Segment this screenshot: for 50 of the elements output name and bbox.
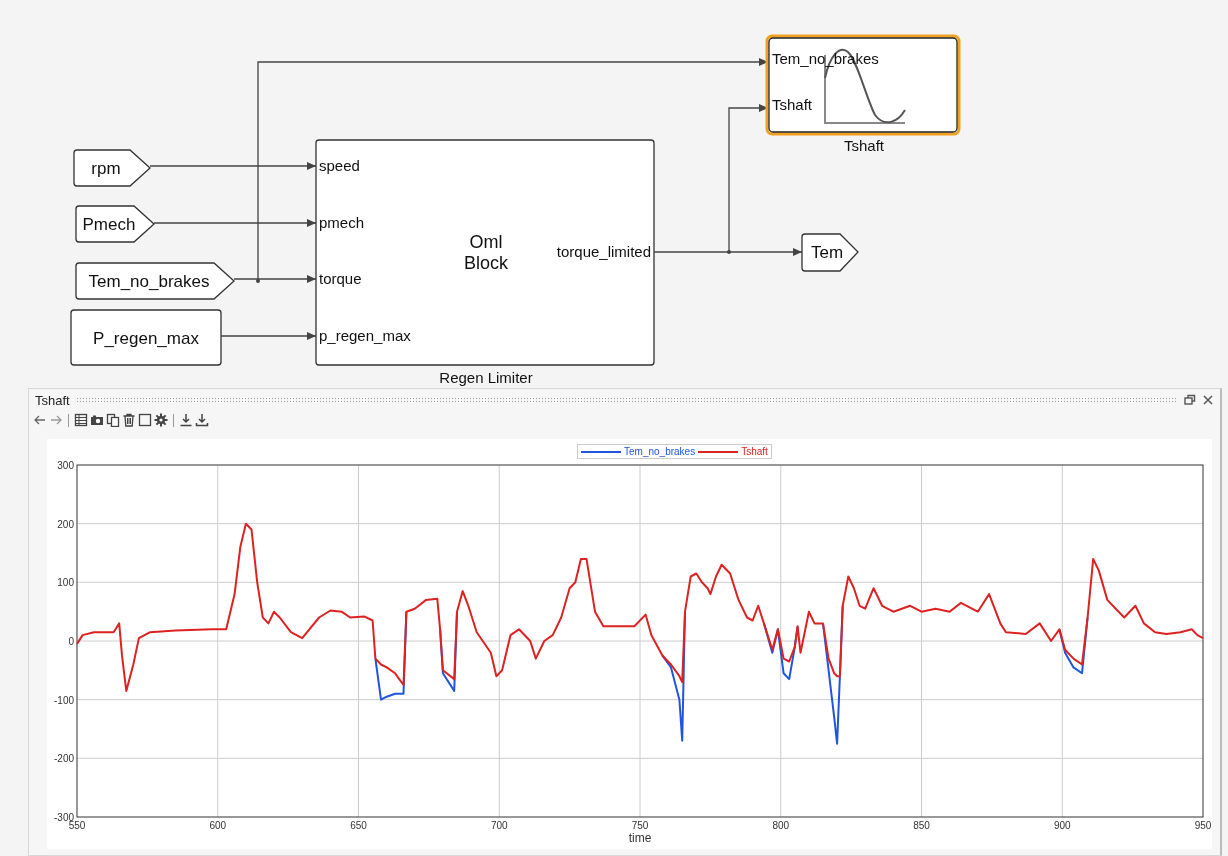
- back-arrow-icon[interactable]: [33, 413, 47, 427]
- camera-icon[interactable]: [90, 413, 104, 427]
- port-label: speed: [319, 157, 360, 174]
- function-block[interactable]: [315, 139, 655, 366]
- legend-label[interactable]: Tshaft: [741, 446, 768, 457]
- tick-label: 850: [913, 820, 930, 831]
- tick-label: 700: [490, 820, 508, 831]
- tick-label: 300: [57, 460, 74, 471]
- scope-block[interactable]: [765, 34, 961, 136]
- block-caption: Regen Limiter: [439, 369, 533, 386]
- port-label: pmech: [319, 214, 365, 231]
- copy-icon[interactable]: [106, 413, 120, 427]
- port-label: torque: [319, 270, 362, 287]
- restore-icon[interactable]: [1184, 394, 1196, 406]
- close-icon[interactable]: [1202, 394, 1214, 406]
- panel-title: Tshaft: [35, 392, 70, 408]
- inport-block[interactable]: rpm: [73, 149, 151, 187]
- legend-swatch: [581, 450, 621, 453]
- tick-label: -300: [54, 812, 74, 823]
- block-caption: Tshaft: [844, 137, 884, 154]
- tick-label: -200: [54, 753, 74, 765]
- legend-label[interactable]: Tem_no_brakes: [624, 446, 696, 457]
- square-icon[interactable]: [138, 413, 152, 427]
- outport-block[interactable]: Tem: [801, 233, 859, 272]
- axis-title: time: [628, 831, 652, 845]
- tick-label: 950: [1194, 820, 1212, 831]
- tick-label: 100: [57, 577, 74, 589]
- tick-label: 750: [631, 820, 649, 831]
- inport-block[interactable]: Tem_no_brakes: [75, 262, 235, 300]
- settings-icon[interactable]: [154, 413, 168, 427]
- tick-label: 200: [57, 518, 74, 530]
- port-label: p_regen_max: [319, 327, 411, 344]
- table-icon[interactable]: [74, 413, 88, 427]
- tick-label: 650: [350, 820, 367, 831]
- legend-swatch: [698, 450, 739, 453]
- port-label: Tshaft: [772, 96, 813, 113]
- download-icon[interactable]: [195, 413, 209, 427]
- tick-label: 600: [209, 820, 227, 831]
- forward-arrow-icon[interactable]: [49, 413, 63, 427]
- tick-label: -100: [54, 694, 74, 706]
- constant-block[interactable]: P_regen_max: [70, 309, 222, 366]
- tick-label: 550: [68, 820, 86, 831]
- block-title: Oml Block: [464, 232, 508, 273]
- trash-icon[interactable]: [122, 413, 136, 427]
- download-icon[interactable]: [179, 413, 193, 427]
- inport-block[interactable]: Pmech: [75, 205, 155, 243]
- tick-label: 900: [1053, 820, 1071, 831]
- port-label: torque_limited: [556, 243, 651, 260]
- tick-label: 0: [68, 636, 74, 647]
- tick-label: 800: [772, 820, 790, 831]
